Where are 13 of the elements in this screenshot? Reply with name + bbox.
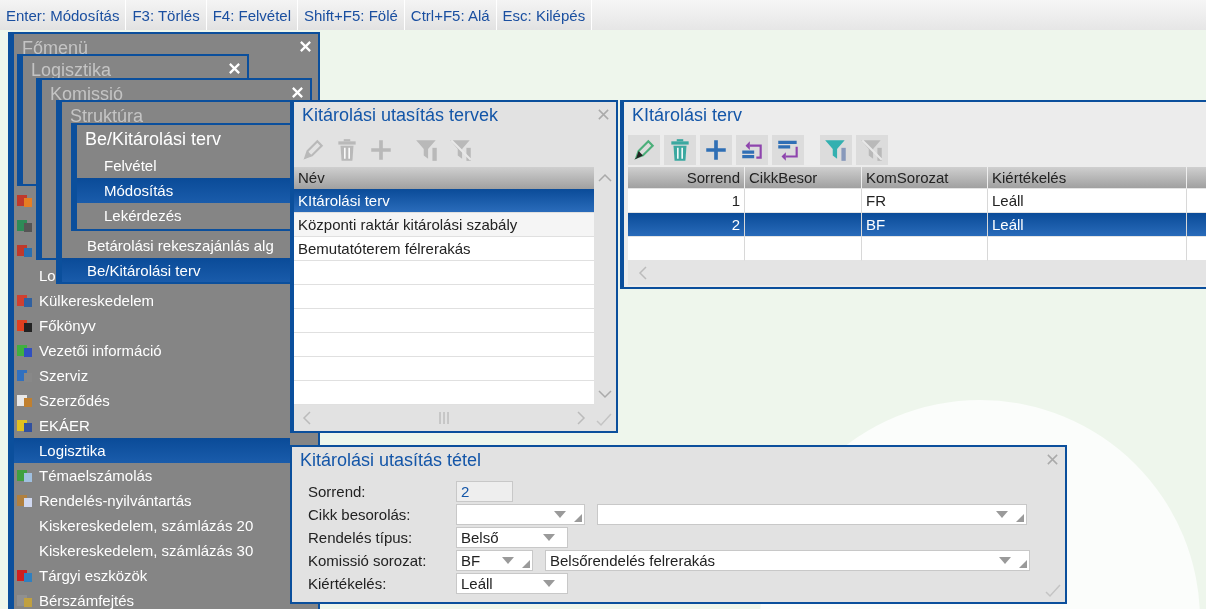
dialog-title: Kitárolási utasítás tervek — [301, 104, 500, 127]
menu-title: Főmenü — [21, 37, 89, 60]
menu-title: Logisztika — [30, 59, 112, 82]
field-label: Kiértékelés: — [308, 574, 388, 592]
field-label: Sorrend: — [308, 482, 367, 500]
dialog-title: Kitárolási utasítás tétel — [299, 449, 483, 472]
field-label: Cikk besorolás: — [308, 505, 412, 523]
field-label: Rendelés típus: — [308, 528, 414, 546]
menu-title: Be/Kitárolási terv — [84, 128, 222, 151]
field-label: Komissió sorozat: — [308, 551, 428, 569]
menu-title: Komissió — [49, 83, 124, 106]
dialog-title: KItárolási terv — [631, 104, 744, 127]
menu-title: Struktúra — [69, 105, 144, 128]
